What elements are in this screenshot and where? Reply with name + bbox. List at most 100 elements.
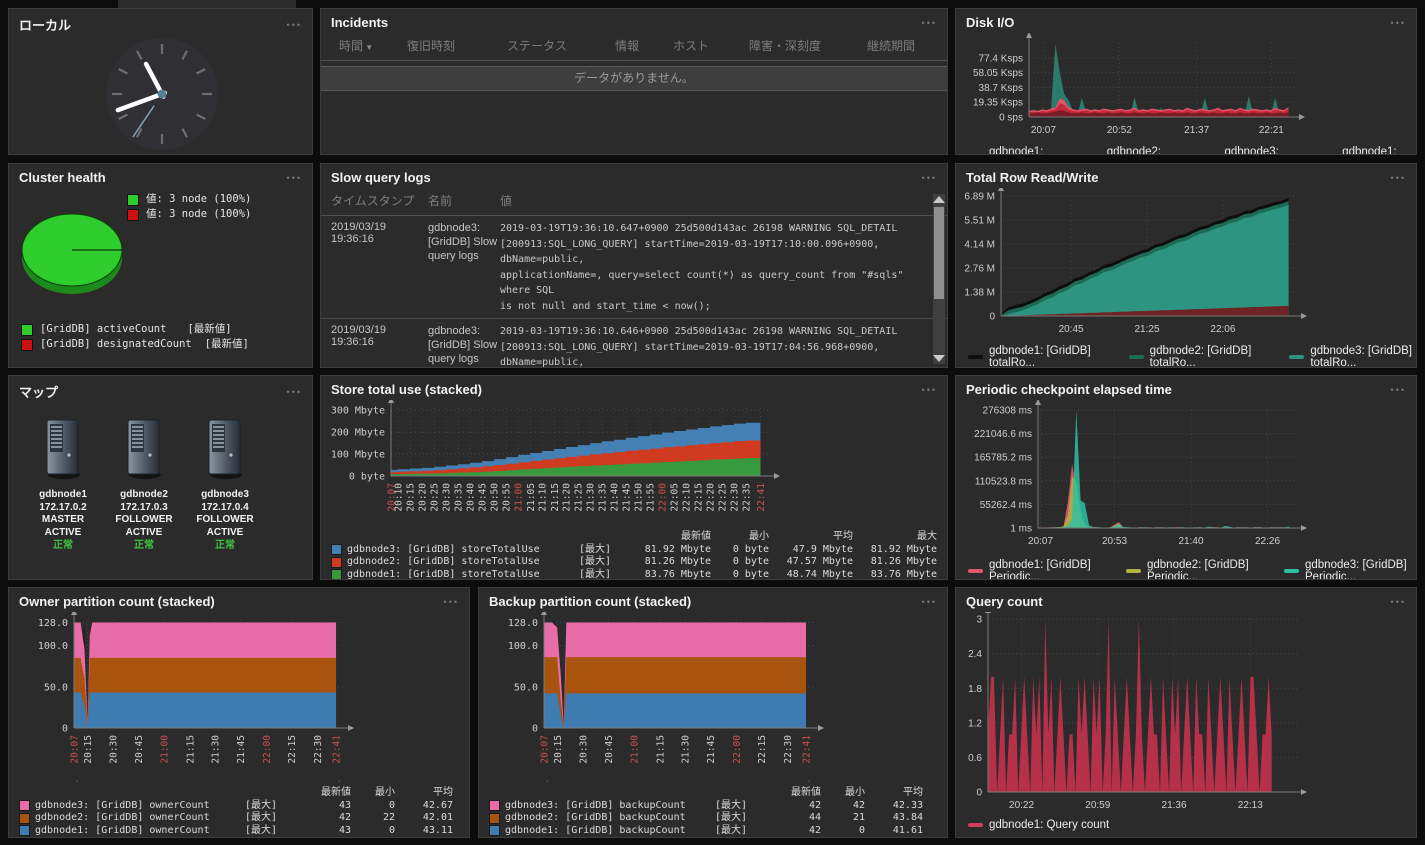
svg-text:3: 3 (976, 615, 982, 626)
scrollbar-thumb[interactable] (934, 207, 944, 299)
column-info[interactable]: 情報 (615, 37, 673, 54)
svg-text:22:25: 22:25 (717, 483, 728, 512)
svg-text:20:52: 20:52 (1107, 125, 1132, 136)
slow-query-header-row: タイムスタンプ 名前 値 (321, 188, 947, 216)
legend-item[interactable]: gdbnode3: Disk write (1203, 146, 1299, 155)
svg-text:22:15: 22:15 (757, 735, 768, 764)
svg-text:20:20: 20:20 (418, 483, 429, 512)
node-name: gdbnode2 (114, 489, 174, 502)
store-total-use-chart[interactable]: 300 Mbyte200 Mbyte100 Mbyte0 byte20:0720… (321, 400, 947, 531)
svg-text:20:22: 20:22 (1009, 800, 1034, 811)
column-status[interactable]: ステータス (507, 37, 615, 54)
log-value: 2019-03-19T19:36:10.647+0900 25d500d143a… (500, 221, 947, 314)
legend-row: gdbnode2: [GridDB] backupCount[最大] 4421 … (489, 812, 947, 825)
svg-text:100.0: 100.0 (508, 641, 538, 652)
map-node-gdbnode2[interactable]: gdbnode2 172.17.0.3 FOLLOWER ACTIVE 正常 (114, 418, 174, 552)
panel-backup-partition-count: Backup partition count (stacked) 128.010… (478, 587, 948, 838)
panel-title: Query count (966, 594, 1043, 609)
legend-item[interactable]: gdbnode3: [GridDB] totalRo... (1289, 345, 1416, 368)
clock-center-dot (158, 90, 167, 99)
no-data-message: データがありません。 (321, 66, 947, 91)
svg-text:22:00: 22:00 (732, 735, 743, 764)
svg-text:20:07: 20:07 (70, 735, 81, 764)
total-row-chart[interactable]: 6.89 M5.51 M4.14 M2.76 M1.38 M020:4521:2… (956, 188, 1416, 343)
scroll-down-icon[interactable] (933, 355, 945, 362)
incidents-header-row: 時間 復旧時刻 ステータス 情報 ホスト 障害・深刻度 継続期間 確認済 アクシ… (321, 33, 947, 61)
svg-text:22:15: 22:15 (287, 735, 298, 764)
svg-text:20:15: 20:15 (83, 735, 94, 764)
vertical-scrollbar[interactable] (933, 194, 945, 364)
svg-text:55262.4 ms: 55262.4 ms (980, 500, 1032, 511)
panel-title: Incidents (331, 15, 388, 30)
svg-text:21:30: 21:30 (681, 735, 692, 764)
legend-item[interactable]: gdbnode1: Query count (968, 819, 1109, 831)
legend-item[interactable]: gdbnode1: [GridDB] Periodic... (968, 559, 1100, 580)
svg-text:221046.6 ms: 221046.6 ms (974, 429, 1032, 440)
panel-menu-icon[interactable] (1391, 18, 1406, 28)
scroll-up-icon[interactable] (933, 196, 945, 203)
query-count-chart[interactable]: 32.41.81.20.6020:2220:5921:3622:13 (956, 612, 1416, 817)
column-timestamp[interactable]: タイムスタンプ (331, 192, 428, 209)
legend-item[interactable]: gdbnode1: Disk read (1321, 146, 1416, 155)
svg-text:21:45: 21:45 (621, 483, 632, 512)
map-node-gdbnode1[interactable]: gdbnode1 172.17.0.2 MASTER ACTIVE 正常 (33, 418, 93, 552)
node-state: ACTIVE (114, 527, 174, 540)
panel-menu-icon[interactable] (444, 597, 459, 607)
panel-menu-icon[interactable] (922, 597, 937, 607)
column-value[interactable]: 値 (500, 192, 512, 209)
server-icon (123, 418, 165, 480)
svg-text:20:25: 20:25 (430, 483, 441, 512)
panel-menu-icon[interactable] (922, 385, 937, 395)
svg-text:22:30: 22:30 (783, 735, 794, 764)
map-node-gdbnode3[interactable]: gdbnode3 172.17.0.4 FOLLOWER ACTIVE 正常 (195, 418, 255, 552)
svg-text:21:45: 21:45 (706, 735, 717, 764)
disk-io-chart[interactable]: 77.4 Ksps58.05 Ksps38.7 Ksps19.35 Ksps0 … (956, 33, 1416, 144)
panel-menu-icon[interactable] (1391, 173, 1406, 183)
svg-text:77.4 Ksps: 77.4 Ksps (979, 53, 1023, 64)
legend-item[interactable]: gdbnode1: [GridDB] totalRo... (968, 345, 1095, 368)
legend-item[interactable]: gdbnode2: [GridDB] Periodic... (1126, 559, 1258, 580)
server-icon (42, 418, 84, 480)
svg-text:1.38 M: 1.38 M (964, 287, 995, 298)
panel-map: マップ gdbnode1 172.17.0.2 MASTER ACTIVE 正常 (8, 375, 313, 580)
svg-text:21:15: 21:15 (550, 483, 561, 512)
legend-row: gdbnode1: [GridDB] ownerCount[最大] 430 43… (19, 825, 469, 838)
svg-text:21:20: 21:20 (562, 483, 573, 512)
column-host[interactable]: ホスト (673, 37, 749, 54)
legend-row: gdbnode2: [GridDB] storeTotalUse[最大] 81.… (331, 556, 947, 569)
svg-text:1.2: 1.2 (968, 718, 982, 729)
cluster-series-legend: [GridDB] activeCount[最新値] [GridDB] desig… (21, 322, 249, 352)
column-severity[interactable]: 障害・深刻度 (749, 37, 867, 54)
panel-menu-icon[interactable] (287, 20, 302, 30)
svg-text:21:40: 21:40 (610, 483, 621, 512)
panel-owner-partition-count: Owner partition count (stacked) 128.0100… (8, 587, 470, 838)
column-duration[interactable]: 継続期間 (867, 37, 948, 54)
column-time[interactable]: 時間 (339, 37, 407, 54)
legend-item[interactable]: gdbnode2: Disk write (1086, 146, 1182, 155)
legend-item[interactable]: gdbnode1: Disk write (968, 146, 1064, 155)
panel-menu-icon[interactable] (922, 18, 937, 28)
panel-menu-icon[interactable] (1391, 597, 1406, 607)
svg-text:2.4: 2.4 (968, 649, 982, 660)
column-recovery-time[interactable]: 復旧時刻 (407, 37, 507, 54)
owner-partition-chart[interactable]: 128.0100.050.0020:0720:1520:3020:4521:00… (9, 612, 469, 787)
backup-partition-chart[interactable]: 128.0100.050.0020:0720:1520:3020:4521:00… (479, 612, 947, 787)
panel-menu-icon[interactable] (1391, 385, 1406, 395)
legend-item: 値: 3 node (100%) (127, 192, 251, 207)
legend-item[interactable]: gdbnode2: [GridDB] totalRo... (1129, 345, 1256, 368)
panel-menu-icon[interactable] (287, 387, 302, 397)
svg-text:165785.2 ms: 165785.2 ms (974, 453, 1032, 464)
svg-text:128.0: 128.0 (38, 618, 68, 629)
log-timestamp: 2019/03/19 19:36:16 (331, 221, 428, 314)
disk-io-legend: gdbnode1: Disk write gdbnode2: Disk writ… (956, 144, 1416, 155)
cluster-pie-legend: 値: 3 node (100%) 値: 3 node (100%) (127, 192, 251, 222)
column-name[interactable]: 名前 (428, 192, 500, 209)
panel-title: Backup partition count (stacked) (489, 594, 691, 609)
svg-text:5.51 M: 5.51 M (964, 216, 995, 227)
legend-item[interactable]: gdbnode3: [GridDB] Periodic... (1284, 559, 1416, 580)
panel-menu-icon[interactable] (287, 173, 302, 183)
log-name: gdbnode3: [GridDB] Slow query logs (428, 221, 500, 314)
svg-text:22:41: 22:41 (802, 735, 813, 764)
panel-menu-icon[interactable] (922, 173, 937, 183)
periodic-checkpoint-chart[interactable]: 276308 ms221046.6 ms165785.2 ms110523.8 … (956, 400, 1416, 557)
